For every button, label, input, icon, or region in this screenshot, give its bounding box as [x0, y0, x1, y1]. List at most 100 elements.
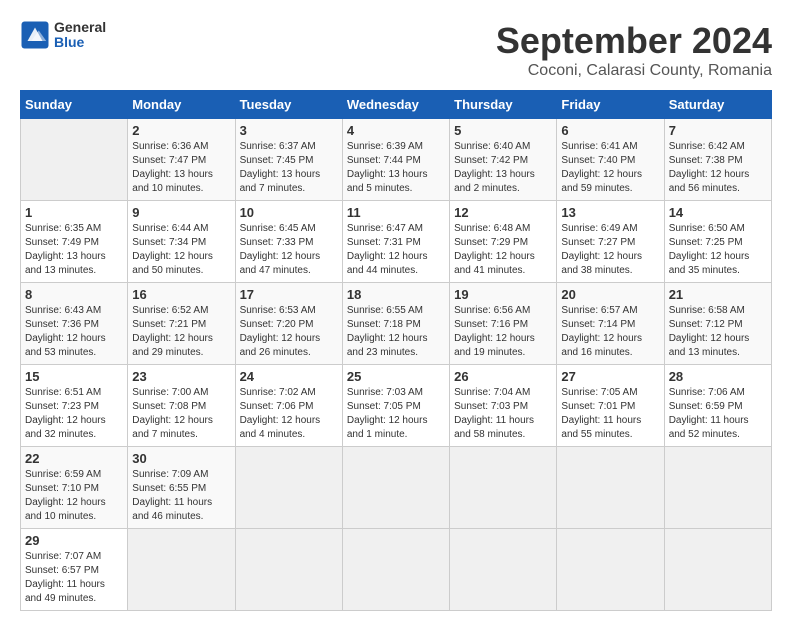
day-info: Sunrise: 6:51 AM Sunset: 7:23 PM Dayligh…	[25, 386, 123, 442]
calendar-cell	[557, 447, 664, 529]
day-number: 25	[347, 369, 445, 384]
calendar-cell: 26 Sunrise: 7:04 AM Sunset: 7:03 PM Dayli…	[450, 365, 557, 447]
calendar-cell: 16Sunrise: 6:52 AM Sunset: 7:21 PM Dayli…	[128, 283, 235, 365]
day-number: 24	[240, 369, 338, 384]
calendar-cell: 29Sunrise: 7:07 AM Sunset: 6:57 PM Dayli…	[21, 529, 128, 611]
day-info: Sunrise: 7:06 AM Sunset: 6:59 PM Dayligh…	[669, 386, 767, 442]
day-number: 13	[561, 205, 659, 220]
calendar-cell	[342, 529, 449, 611]
calendar-cell: 12 Sunrise: 6:48 AM Sunset: 7:29 PM Dayli…	[450, 201, 557, 283]
day-info: Sunrise: 6:58 AM Sunset: 7:12 PM Dayligh…	[669, 304, 767, 360]
day-info: Sunrise: 7:04 AM Sunset: 7:03 PM Dayligh…	[454, 386, 552, 442]
calendar-week-3: 15Sunrise: 6:51 AM Sunset: 7:23 PM Dayli…	[21, 365, 772, 447]
day-info: Sunrise: 6:49 AM Sunset: 7:27 PM Dayligh…	[561, 222, 659, 278]
day-info: Sunrise: 6:42 AM Sunset: 7:38 PM Dayligh…	[669, 140, 767, 196]
day-number: 8	[25, 287, 123, 302]
calendar-cell: 18Sunrise: 6:55 AM Sunset: 7:18 PM Dayli…	[342, 283, 449, 365]
day-info: Sunrise: 6:40 AM Sunset: 7:42 PM Dayligh…	[454, 140, 552, 196]
day-number: 16	[132, 287, 230, 302]
logo-general: General	[54, 20, 106, 35]
day-number: 1	[25, 205, 123, 220]
day-number: 19	[454, 287, 552, 302]
day-info: Sunrise: 6:50 AM Sunset: 7:25 PM Dayligh…	[669, 222, 767, 278]
day-number: 7	[669, 123, 767, 138]
calendar-week-4: 22 Sunrise: 6:59 AM Sunset: 7:10 PM Dayli…	[21, 447, 772, 529]
day-info: Sunrise: 6:48 AM Sunset: 7:29 PM Dayligh…	[454, 222, 552, 278]
col-header-thursday: Thursday	[450, 91, 557, 119]
calendar-cell: 11 Sunrise: 6:47 AM Sunset: 7:31 PM Dayli…	[342, 201, 449, 283]
calendar-cell: 1 Sunrise: 6:35 AM Sunset: 7:49 PM Daylig…	[21, 201, 128, 283]
day-info: Sunrise: 6:57 AM Sunset: 7:14 PM Dayligh…	[561, 304, 659, 360]
calendar-cell	[21, 119, 128, 201]
calendar-cell: 2 Sunrise: 6:36 AM Sunset: 7:47 PM Daylig…	[128, 119, 235, 201]
day-info: Sunrise: 6:36 AM Sunset: 7:47 PM Dayligh…	[132, 140, 230, 196]
day-info: Sunrise: 6:37 AM Sunset: 7:45 PM Dayligh…	[240, 140, 338, 196]
day-info: Sunrise: 6:56 AM Sunset: 7:16 PM Dayligh…	[454, 304, 552, 360]
calendar-cell	[450, 447, 557, 529]
day-number: 3	[240, 123, 338, 138]
logo-blue: Blue	[54, 35, 106, 50]
logo: General Blue	[20, 20, 106, 51]
calendar-cell: 25Sunrise: 7:03 AM Sunset: 7:05 PM Dayli…	[342, 365, 449, 447]
calendar-cell: 6Sunrise: 6:41 AM Sunset: 7:40 PM Daylig…	[557, 119, 664, 201]
calendar-cell: 15Sunrise: 6:51 AM Sunset: 7:23 PM Dayli…	[21, 365, 128, 447]
calendar-week-0: 2 Sunrise: 6:36 AM Sunset: 7:47 PM Daylig…	[21, 119, 772, 201]
day-number: 23	[132, 369, 230, 384]
day-info: Sunrise: 6:53 AM Sunset: 7:20 PM Dayligh…	[240, 304, 338, 360]
day-number: 11	[347, 205, 445, 220]
day-number: 5	[454, 123, 552, 138]
calendar-cell: 21Sunrise: 6:58 AM Sunset: 7:12 PM Dayli…	[664, 283, 771, 365]
calendar-cell	[235, 447, 342, 529]
calendar-cell: 17 Sunrise: 6:53 AM Sunset: 7:20 PM Dayli…	[235, 283, 342, 365]
day-number: 30	[132, 451, 230, 466]
day-info: Sunrise: 7:09 AM Sunset: 6:55 PM Dayligh…	[132, 468, 230, 524]
day-info: Sunrise: 7:05 AM Sunset: 7:01 PM Dayligh…	[561, 386, 659, 442]
day-number: 2	[132, 123, 230, 138]
day-info: Sunrise: 6:39 AM Sunset: 7:44 PM Dayligh…	[347, 140, 445, 196]
calendar-cell: 3 Sunrise: 6:37 AM Sunset: 7:45 PM Daylig…	[235, 119, 342, 201]
calendar-cell: 5 Sunrise: 6:40 AM Sunset: 7:42 PM Daylig…	[450, 119, 557, 201]
location-subtitle: Coconi, Calarasi County, Romania	[496, 62, 772, 80]
day-info: Sunrise: 6:43 AM Sunset: 7:36 PM Dayligh…	[25, 304, 123, 360]
day-number: 22	[25, 451, 123, 466]
day-number: 6	[561, 123, 659, 138]
calendar-cell: 20Sunrise: 6:57 AM Sunset: 7:14 PM Dayli…	[557, 283, 664, 365]
title-block: September 2024 Coconi, Calarasi County, …	[496, 20, 772, 80]
day-number: 17	[240, 287, 338, 302]
col-header-sunday: Sunday	[21, 91, 128, 119]
day-number: 14	[669, 205, 767, 220]
day-info: Sunrise: 6:35 AM Sunset: 7:49 PM Dayligh…	[25, 222, 123, 278]
calendar-cell: 14 Sunrise: 6:50 AM Sunset: 7:25 PM Dayli…	[664, 201, 771, 283]
page-header: General Blue September 2024 Coconi, Cala…	[20, 20, 772, 80]
calendar-cell	[450, 529, 557, 611]
logo-icon	[20, 20, 50, 50]
calendar-cell: 28 Sunrise: 7:06 AM Sunset: 6:59 PM Dayli…	[664, 365, 771, 447]
day-info: Sunrise: 6:59 AM Sunset: 7:10 PM Dayligh…	[25, 468, 123, 524]
day-number: 10	[240, 205, 338, 220]
col-header-monday: Monday	[128, 91, 235, 119]
calendar-cell: 30 Sunrise: 7:09 AM Sunset: 6:55 PM Dayli…	[128, 447, 235, 529]
calendar-table: SundayMondayTuesdayWednesdayThursdayFrid…	[20, 90, 772, 611]
day-number: 9	[132, 205, 230, 220]
day-number: 26	[454, 369, 552, 384]
day-number: 28	[669, 369, 767, 384]
col-header-tuesday: Tuesday	[235, 91, 342, 119]
day-number: 29	[25, 533, 123, 548]
calendar-cell	[235, 529, 342, 611]
calendar-week-5: 29Sunrise: 7:07 AM Sunset: 6:57 PM Dayli…	[21, 529, 772, 611]
calendar-cell: 10 Sunrise: 6:45 AM Sunset: 7:33 PM Dayli…	[235, 201, 342, 283]
calendar-cell: 4Sunrise: 6:39 AM Sunset: 7:44 PM Daylig…	[342, 119, 449, 201]
calendar-week-2: 8 Sunrise: 6:43 AM Sunset: 7:36 PM Daylig…	[21, 283, 772, 365]
calendar-cell: 9Sunrise: 6:44 AM Sunset: 7:34 PM Daylig…	[128, 201, 235, 283]
col-header-wednesday: Wednesday	[342, 91, 449, 119]
col-header-saturday: Saturday	[664, 91, 771, 119]
day-info: Sunrise: 6:47 AM Sunset: 7:31 PM Dayligh…	[347, 222, 445, 278]
calendar-cell: 27Sunrise: 7:05 AM Sunset: 7:01 PM Dayli…	[557, 365, 664, 447]
calendar-cell: 23Sunrise: 7:00 AM Sunset: 7:08 PM Dayli…	[128, 365, 235, 447]
col-header-friday: Friday	[557, 91, 664, 119]
calendar-cell: 7 Sunrise: 6:42 AM Sunset: 7:38 PM Daylig…	[664, 119, 771, 201]
calendar-cell	[342, 447, 449, 529]
day-number: 12	[454, 205, 552, 220]
calendar-cell: 13 Sunrise: 6:49 AM Sunset: 7:27 PM Dayli…	[557, 201, 664, 283]
day-info: Sunrise: 6:45 AM Sunset: 7:33 PM Dayligh…	[240, 222, 338, 278]
